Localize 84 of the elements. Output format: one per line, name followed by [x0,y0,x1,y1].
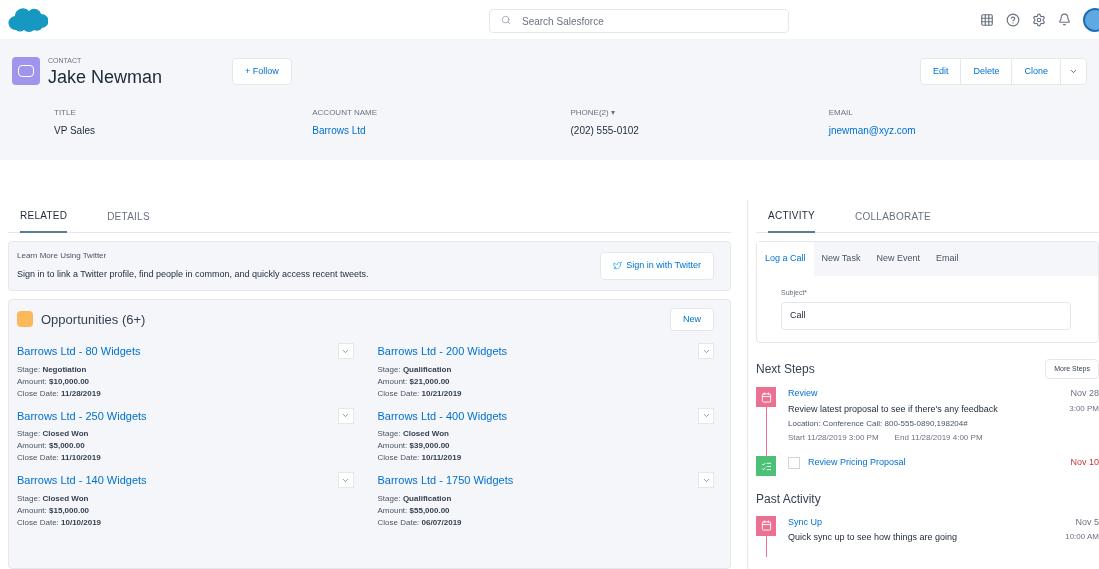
contact-icon [12,57,40,86]
opportunity-close-date: Close Date: 10/10/2019 [17,516,103,529]
section-title: Next Steps [756,360,815,378]
composer-tab[interactable]: Email [927,242,967,276]
search-icon [501,14,511,25]
tab[interactable]: DETAILS [107,200,150,232]
tab[interactable]: RELATED [20,200,68,233]
opportunity-link[interactable]: Barrows Ltd - 80 Widgets [17,343,141,360]
activity-description: Quick sync up to see how things are going [788,531,958,544]
opportunity-link[interactable]: Barrows Ltd - 400 Widgets [377,407,508,424]
activity-description: Review latest proposal to see if there's any feedback [788,402,998,416]
card-title: Opportunities (6+) [41,310,146,329]
opportunity-close-date: Close Date: 11/28/2019 [17,387,102,400]
opportunity-stage: Stage: Closed Won [17,428,90,440]
action-button[interactable]: Delete [961,58,1013,84]
opportunity-close-date: Close Date: 06/07/2019 [377,516,463,529]
opportunity-close-date: Close Date: 10/21/2019 [377,387,463,400]
opportunity-amount: Amount: $15,000.00 [17,504,91,517]
opportunity-stage: Stage: Closed Won [17,492,90,505]
row-menu-button[interactable] [698,472,714,489]
opportunity-amount: Amount: $39,000.00 [377,440,451,452]
search-field[interactable]: Search Salesforce [489,9,789,33]
opportunity-stage: Stage: Closed Won [377,428,450,440]
row-menu-button[interactable] [337,343,354,360]
action-button[interactable]: Edit [920,58,962,84]
activity-date: Nov 5 [1075,515,1099,529]
activity-link[interactable]: Review [788,387,818,401]
opportunity-stage: Stage: Qualification [377,363,453,376]
row-menu-button[interactable] [698,407,714,424]
row-menu-button[interactable] [337,472,354,489]
action-button[interactable]: Clone [1012,58,1061,84]
opportunity-stage: Stage: Negotiation [17,363,88,376]
notifications-icon[interactable] [1058,13,1071,26]
section-title: Past Activity [756,490,822,508]
field-label: ACCOUNT NAME [312,106,378,119]
opportunity-link[interactable]: Barrows Ltd - 140 Widgets [17,472,147,489]
settings-icon[interactable] [1032,12,1046,27]
activity-start: Start 11/28/2019 3:00 PM [788,432,879,444]
composer-tab[interactable]: Log a Call [757,242,814,276]
opportunity-link[interactable]: Barrows Ltd - 1750 Widgets [377,472,514,489]
new-button[interactable]: New [670,307,714,331]
opportunity-link[interactable]: Barrows Ltd - 250 Widgets [17,407,147,424]
record-name: Jake Newman [48,66,163,87]
task-list-icon [756,456,776,476]
opportunity-amount: Amount: $21,000.00 [377,375,451,388]
opportunity-close-date: Close Date: 11/10/2019 [17,452,102,464]
bird-icon [613,261,623,271]
app-launcher-icon[interactable] [980,12,994,27]
activity-time: 3:00 PM [1069,402,1099,415]
task-checkbox[interactable] [788,456,800,469]
opportunity-close-date: Close Date: 10/11/2019 [377,452,463,464]
activity-link[interactable]: Sync Up [788,515,822,529]
opportunity-amount: Amount: $5,000.00 [17,440,86,452]
activity-location: Location: Conference Call: 800-555-0890,198204# [788,418,969,430]
field-link[interactable]: Barrows Ltd [312,122,571,138]
opportunity-link[interactable]: Barrows Ltd - 200 Widgets [377,343,508,360]
activity-link[interactable]: Review Pricing Proposal [808,456,906,470]
row-menu-button[interactable] [337,407,354,424]
composer-tab[interactable]: New Task [813,242,869,276]
opportunity-stage: Stage: Qualification [377,492,453,505]
opportunity-amount: Amount: $55,000.00 [377,504,451,517]
opportunity-amount: Amount: $10,000.00 [17,375,91,388]
twitter-sign-in-button[interactable]: Sign in with Twitter [600,252,714,280]
cloud-logo[interactable] [8,5,48,34]
tab[interactable]: ACTIVITY [768,200,815,233]
field-value: (202) 555-0102 [570,123,640,138]
activity-time: 10:00 AM [1065,531,1099,543]
follow-button[interactable]: + Follow [232,57,292,85]
tab[interactable]: COLLABORATE [855,200,931,232]
twitter-card-text: Sign in to link a Twitter profile, find people in common, and quickly access recent tweets. [17,268,369,281]
row-menu-button[interactable] [698,343,714,360]
opportunity-icon [17,311,33,328]
field-label: TITLE [54,106,77,119]
activity-end: End 11/28/2019 4:00 PM [894,432,983,444]
field-label: EMAIL [828,106,854,119]
field-link[interactable]: jnewman@xyz.com [828,122,1087,138]
field-value: VP Sales [54,123,96,138]
subject-field[interactable]: Call [781,302,1071,330]
field-label: PHONE(2) ▾ [570,106,616,119]
twitter-card-title: Learn More Using Twitter [17,250,108,262]
composer-tab[interactable]: New Event [868,242,928,276]
activity-date: Nov 10 [1070,456,1099,469]
help-icon[interactable] [1006,12,1020,27]
activity-date: Nov 28 [1070,387,1099,400]
